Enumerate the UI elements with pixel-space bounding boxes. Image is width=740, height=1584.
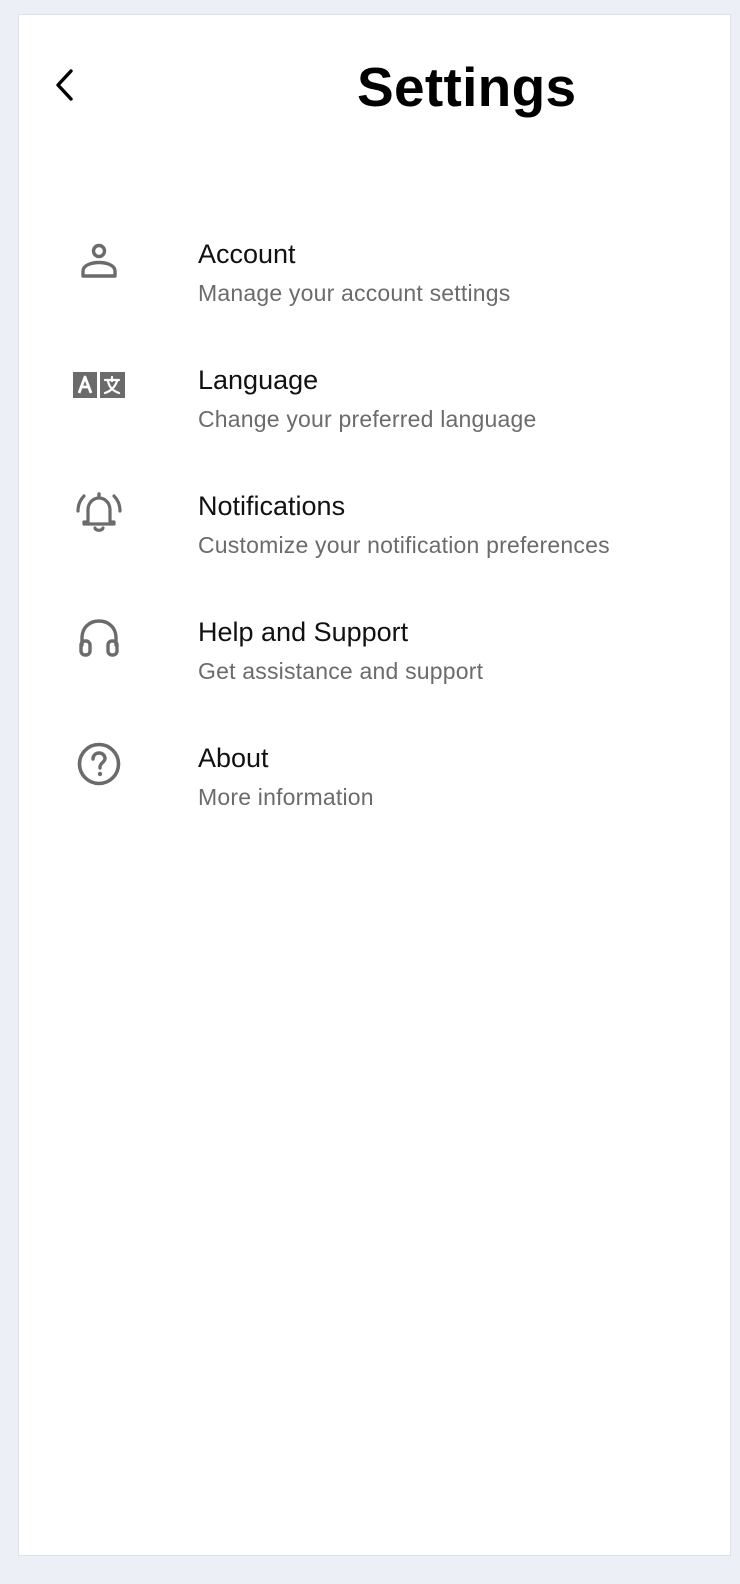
settings-item-account[interactable]: Account Manage your account settings xyxy=(46,195,710,321)
translate-icon xyxy=(72,359,126,413)
settings-item-title: Help and Support xyxy=(198,617,409,647)
bell-ringing-icon xyxy=(72,485,126,539)
settings-item-title: Account xyxy=(198,239,296,269)
settings-item-description: Change your preferred language xyxy=(198,406,537,432)
page-title: Settings xyxy=(357,56,577,118)
header: Settings xyxy=(19,15,730,165)
settings-list: Account Manage your account settings Lan… xyxy=(46,195,710,825)
settings-item-about[interactable]: About More information xyxy=(46,699,710,825)
settings-item-description: Manage your account settings xyxy=(198,280,511,306)
settings-item-notifications[interactable]: Notifications Customize your notificatio… xyxy=(46,447,710,573)
settings-item-description: Customize your notification preferences xyxy=(198,532,610,558)
settings-item-description: More information xyxy=(198,784,374,810)
settings-item-title: Language xyxy=(198,365,319,395)
chevron-left-icon xyxy=(56,69,73,101)
person-icon xyxy=(72,233,126,287)
settings-item-help-support[interactable]: Help and Support Get assistance and supp… xyxy=(46,573,710,699)
help-circle-icon xyxy=(72,737,126,791)
settings-item-title: Notifications xyxy=(198,491,346,521)
headphones-icon xyxy=(72,611,126,665)
settings-item-language[interactable]: Language Change your preferred language xyxy=(46,321,710,447)
settings-screen: Settings Account Manage your account set… xyxy=(18,14,731,1556)
back-button[interactable] xyxy=(45,65,85,105)
settings-item-title: About xyxy=(198,743,269,773)
settings-item-description: Get assistance and support xyxy=(198,658,484,684)
